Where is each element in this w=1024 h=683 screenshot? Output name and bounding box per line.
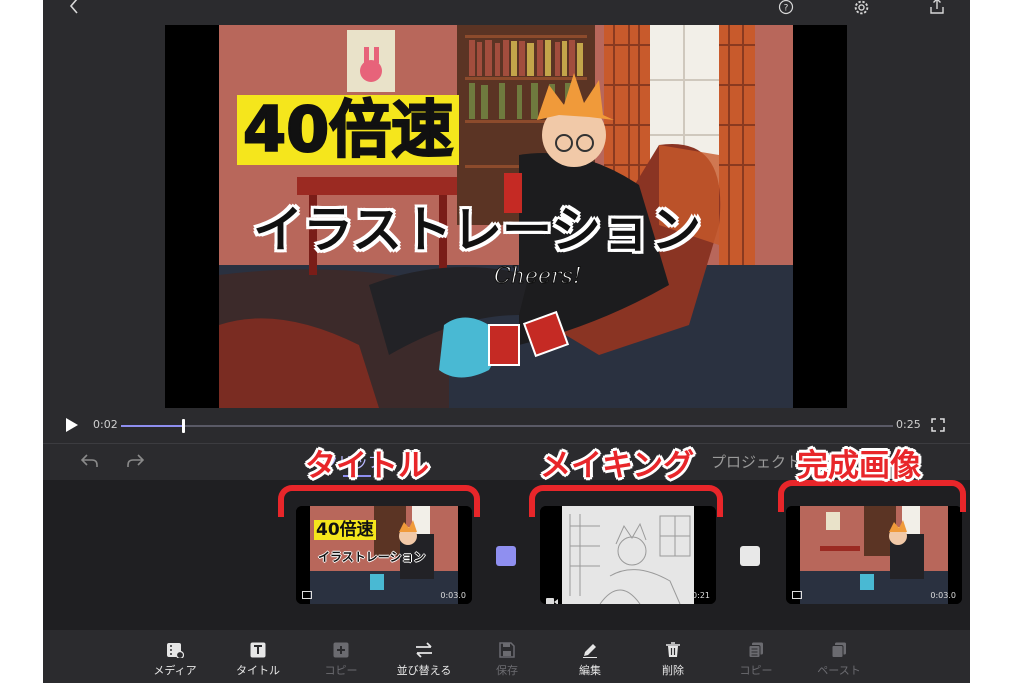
play-icon — [66, 418, 78, 432]
fullscreen-button[interactable] — [931, 417, 945, 436]
playback-progress — [121, 425, 183, 427]
clip-thumb-title1: 40倍速 — [314, 520, 376, 540]
preview-title-line2: イラストレーション — [253, 201, 701, 259]
text-icon — [250, 642, 266, 658]
annotation-bracket — [529, 485, 723, 517]
trash-icon — [666, 642, 680, 657]
save-icon — [499, 642, 515, 658]
copy-clip-label: コピー — [739, 664, 773, 677]
clip-thumb-title2: イラストレーション — [318, 550, 426, 564]
bottom-toolbar: メディア タイトル コピー 並び替える 保存 編集 削除 コピー ペースト — [43, 630, 970, 683]
copy-icon — [333, 642, 349, 658]
clip-thumbnail — [786, 506, 962, 604]
share-button[interactable] — [929, 0, 945, 19]
save-button[interactable]: 保存 — [467, 642, 547, 678]
clip-making[interactable]: 0:21 — [540, 506, 716, 604]
redo-icon — [127, 454, 145, 467]
fullscreen-icon — [931, 418, 945, 432]
paste-button[interactable]: ペースト — [799, 642, 879, 678]
tab-project[interactable]: プロジェクト — [711, 451, 801, 472]
annotation-making: メイキング — [540, 448, 695, 484]
redo-button[interactable] — [126, 453, 145, 472]
preview-title-line1: 40倍速 — [237, 94, 460, 166]
play-button[interactable] — [65, 417, 79, 437]
help-icon: ? — [778, 0, 794, 15]
app-window: ? Cheers! 40倍速 イラストレーション 0:02 0:25 クリップ … — [43, 0, 970, 683]
undo-button[interactable] — [80, 453, 99, 472]
help-button[interactable]: ? — [778, 0, 794, 19]
clip-duration: 0:03.0 — [930, 591, 956, 600]
share-icon — [930, 0, 944, 14]
reorder-button[interactable]: 並び替える — [384, 642, 464, 678]
pencil-icon — [583, 644, 597, 658]
edit-button[interactable]: 編集 — [550, 642, 630, 678]
title-label: タイトル — [236, 664, 280, 677]
total-time: 0:25 — [896, 418, 921, 431]
clip-final[interactable]: 0:03.0 — [786, 506, 962, 604]
delete-label: 削除 — [662, 664, 684, 677]
playback-controls: 0:02 0:25 — [43, 410, 970, 440]
copy-label: コピー — [324, 664, 358, 677]
clip-timeline: 40倍速 イラストレーション 0:03.0 0:21 0:03.0 — [43, 480, 970, 630]
settings-button[interactable] — [853, 0, 870, 20]
image-icon — [792, 591, 802, 599]
playback-knob[interactable] — [181, 419, 185, 433]
media-button[interactable]: メディア — [135, 642, 215, 678]
reorder-label: 並び替える — [396, 664, 452, 677]
speech-text: Cheers! — [494, 264, 582, 289]
media-icon — [167, 643, 184, 658]
svg-text:?: ? — [784, 4, 789, 14]
transition-button[interactable] — [740, 546, 760, 566]
undo-icon — [80, 454, 98, 467]
annotation-bracket — [278, 485, 480, 517]
title-button[interactable]: タイトル — [218, 642, 298, 678]
current-time: 0:02 — [93, 418, 118, 431]
clip-title[interactable]: 40倍速 イラストレーション 0:03.0 — [296, 506, 472, 604]
paste-icon — [831, 642, 846, 658]
paste-label: ペースト — [817, 664, 861, 677]
gear-icon — [854, 0, 869, 15]
swap-icon — [416, 642, 432, 658]
video-icon — [546, 591, 558, 604]
transition-button[interactable] — [496, 546, 516, 566]
copy-button[interactable]: コピー — [301, 642, 381, 678]
clip-thumbnail — [540, 506, 716, 604]
annotation-final: 完成画像 — [797, 448, 921, 484]
back-button[interactable] — [67, 0, 83, 18]
video-preview[interactable]: Cheers! 40倍速 イラストレーション — [165, 25, 847, 408]
clip-duration: 0:21 — [692, 591, 710, 600]
annotation-title: タイトル — [305, 448, 429, 484]
image-icon — [302, 591, 312, 599]
edit-label: 編集 — [579, 664, 601, 677]
clip-duration: 0:03.0 — [440, 591, 466, 600]
documents-icon — [748, 642, 763, 658]
delete-button[interactable]: 削除 — [633, 642, 713, 678]
playback-slider[interactable] — [121, 419, 893, 433]
media-label: メディア — [153, 664, 197, 677]
copy-clip-button[interactable]: コピー — [716, 642, 796, 678]
chevron-left-icon — [69, 0, 78, 14]
save-label: 保存 — [496, 664, 518, 677]
